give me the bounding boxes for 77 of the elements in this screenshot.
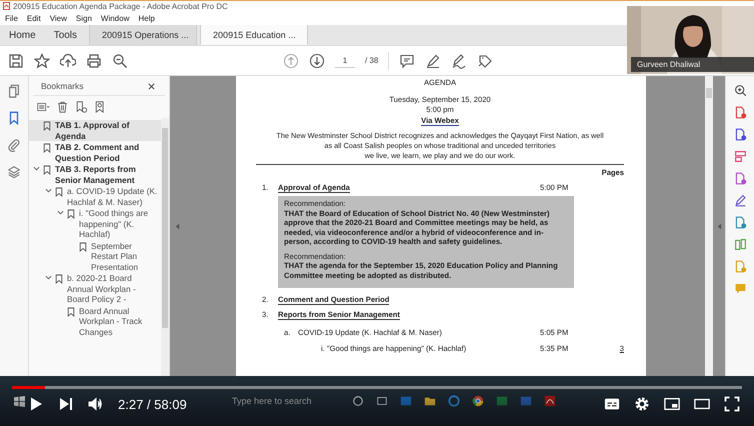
bookmark-icon [43, 165, 51, 175]
task-view-icon[interactable] [376, 395, 388, 407]
stamp-icon[interactable] [477, 52, 494, 68]
bookmark-item[interactable]: TAB 1. Approval of Agenda [29, 120, 161, 141]
bookmark-icon [67, 306, 75, 316]
comment-icon[interactable] [399, 52, 416, 68]
document-icon[interactable] [734, 172, 746, 185]
menu-item[interactable]: Window [100, 14, 130, 22]
caret-icon[interactable] [33, 165, 40, 172]
bookmark-icon [55, 187, 63, 197]
zoom-icon[interactable] [734, 84, 746, 97]
caret-icon[interactable] [45, 274, 52, 281]
bookmark-icon [79, 242, 87, 252]
nav-tab[interactable]: Home [0, 25, 45, 45]
document-icon[interactable] [734, 128, 746, 141]
caret-icon[interactable] [45, 187, 52, 194]
add-bookmark-icon[interactable] [75, 101, 88, 113]
nav-tab[interactable]: Tools [44, 25, 86, 45]
scrollbar[interactable] [161, 118, 169, 376]
settings-icon[interactable] [634, 396, 650, 412]
options-icon[interactable] [37, 101, 50, 113]
bookmark-item[interactable]: Board Annual Workplan - Track Changes [29, 306, 161, 337]
document-icon[interactable] [734, 106, 746, 119]
bookmark-item[interactable]: TAB 3. Reports from Senior Management [29, 164, 161, 185]
print-icon[interactable] [86, 52, 102, 68]
trash-icon[interactable] [56, 101, 69, 113]
layers-icon[interactable] [7, 165, 21, 179]
pages-icon[interactable] [734, 238, 746, 251]
scrollbar[interactable] [705, 76, 713, 376]
bookmark-icon [55, 274, 63, 284]
browser-icon[interactable] [472, 395, 484, 407]
document-tab[interactable]: 200915 Operations ... [89, 25, 198, 45]
close-icon[interactable] [148, 82, 155, 90]
bookmark-icon [67, 209, 75, 219]
next-icon[interactable] [58, 396, 74, 412]
play-icon[interactable] [28, 396, 44, 412]
fullscreen-icon[interactable] [724, 396, 740, 412]
participant-name: Gurveen Dhaliwal [631, 57, 754, 72]
menu-item[interactable]: Sign [76, 14, 92, 22]
menu-item[interactable]: Help [138, 14, 155, 22]
layout-icon[interactable] [734, 150, 746, 163]
bookmark-item[interactable]: TAB 2. Comment and Question Period [29, 142, 161, 163]
page-count: / 38 [365, 56, 378, 65]
document-tab[interactable]: 200915 Education ... [200, 25, 308, 45]
taskbar-search-field[interactable]: Type here to search [232, 396, 312, 406]
video-time: 2:27 / 58:09 [118, 396, 187, 412]
bookmark-icon [43, 143, 51, 153]
menu-item[interactable]: File [5, 14, 18, 22]
save-icon[interactable] [8, 52, 24, 68]
windows-logo-icon[interactable] [14, 396, 25, 406]
highlighter-icon[interactable] [425, 52, 442, 68]
paperclip-icon[interactable] [7, 138, 21, 152]
circle-icon[interactable] [352, 395, 364, 407]
pdf-icon[interactable] [544, 395, 556, 407]
star-icon[interactable] [34, 52, 50, 68]
menu-item[interactable]: Edit [26, 14, 41, 22]
next-page-icon[interactable] [309, 52, 325, 68]
pen-icon[interactable] [734, 194, 746, 207]
sign-icon[interactable] [451, 52, 468, 68]
theater-mode-icon[interactable] [694, 396, 710, 412]
subtitles-icon[interactable] [604, 396, 620, 412]
bookmark-item[interactable]: b. 2020-21 Board Annual Workplan - Board Policy 2 - [29, 273, 161, 304]
bookmark-icon[interactable] [7, 111, 21, 125]
pages-icon[interactable] [7, 84, 21, 98]
caret-icon[interactable] [57, 209, 64, 216]
panel-title: Bookmarks [41, 81, 84, 91]
volume-icon[interactable] [88, 396, 104, 412]
upload-icon[interactable] [60, 52, 76, 68]
zoom-out-icon[interactable] [112, 52, 128, 68]
bookmark-item[interactable]: i. "Good things are happening" (K. Hachlaf) [29, 208, 161, 240]
miniplayer-icon[interactable] [664, 396, 680, 412]
window-title: 200915 Education Agenda Package - Adobe Acrobat Pro DC [13, 2, 228, 10]
bookmark-item[interactable]: a. COVID-19 Update (K. Hachlaf & M. Naser) [29, 186, 161, 207]
folder-icon[interactable] [424, 395, 436, 407]
bookmark-icon [43, 121, 51, 131]
menu-item[interactable]: View [50, 14, 67, 22]
document-icon[interactable] [734, 216, 746, 229]
